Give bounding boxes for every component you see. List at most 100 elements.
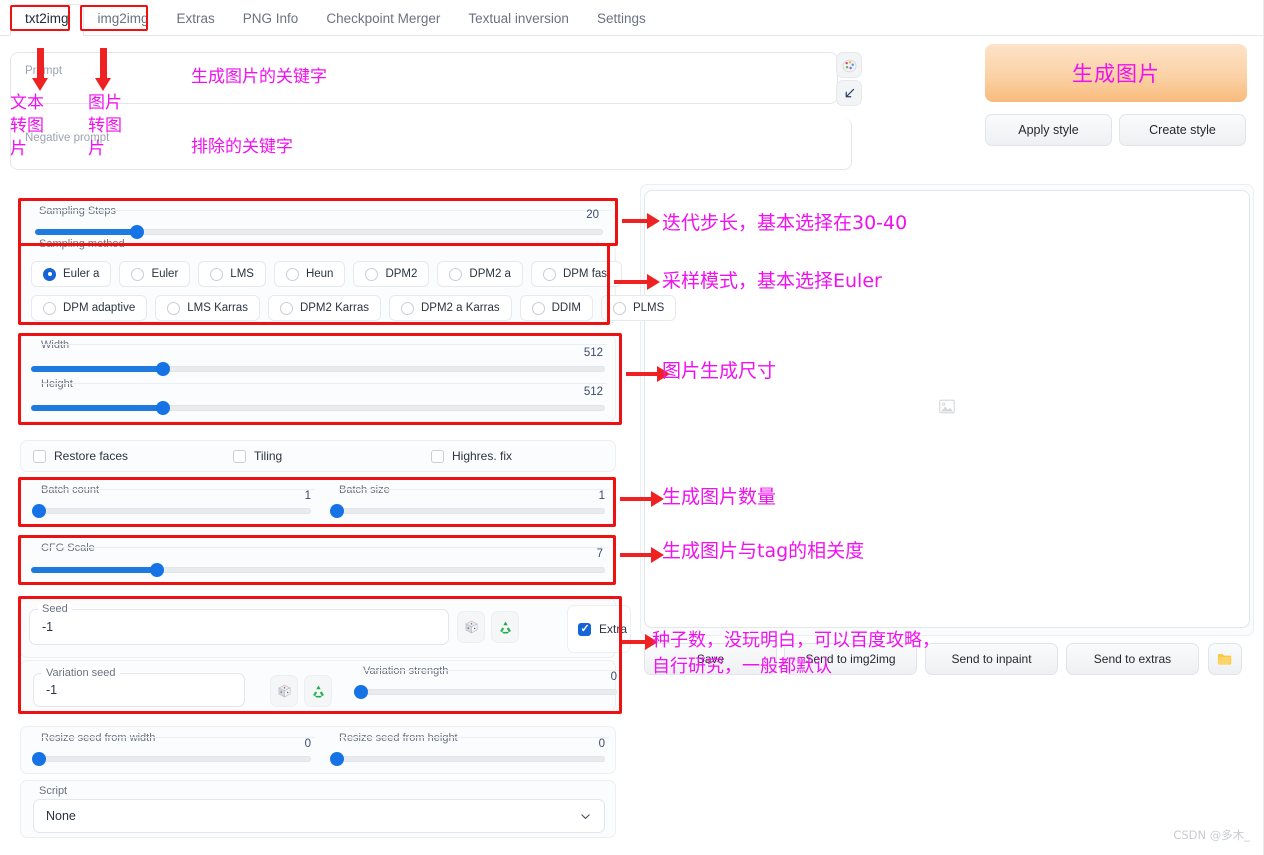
resize-seed-height-value: 0 xyxy=(598,738,605,750)
toggles-panel: Restore faces Tiling Highres. fix xyxy=(20,440,616,472)
radio-dot xyxy=(400,301,414,315)
radio-dpm2-karras[interactable]: DPM2 Karras xyxy=(267,295,381,321)
extra-checkbox-panel: Extra xyxy=(567,605,631,653)
variation-seed-recycle-button[interactable] xyxy=(304,675,332,707)
resize-seed-panel: Resize seed from width 0 Resize seed fro… xyxy=(20,726,616,774)
seed-recycle-button[interactable] xyxy=(491,611,519,643)
image-gallery[interactable] xyxy=(644,190,1250,628)
negative-prompt-placeholder: Negative prompt xyxy=(25,132,110,144)
width-label: Width xyxy=(37,339,74,351)
cfg-scale-slider[interactable] xyxy=(31,563,605,577)
radio-label: LMS Karras xyxy=(187,302,248,314)
radio-dot xyxy=(43,267,56,281)
radio-plms[interactable]: PLMS xyxy=(600,295,677,321)
cfg-scale-panel: CFG Scale 7 xyxy=(20,536,616,584)
radio-dpm2-a-karras[interactable]: DPM2 a Karras xyxy=(388,295,512,321)
batch-count-slider[interactable] xyxy=(32,504,311,518)
script-dropdown[interactable]: None xyxy=(33,799,605,833)
extra-checkbox[interactable]: Extra xyxy=(578,622,627,636)
highres-fix-checkbox[interactable]: Highres. fix xyxy=(431,449,512,463)
send-to-inpaint-button[interactable]: Send to inpaint xyxy=(925,643,1058,675)
arrow-down-left-icon xyxy=(845,88,854,97)
radio-dot xyxy=(167,301,181,315)
sampling-method-row-1: Euler a Euler LMS Heun DPM2 DPM2 a DPM f… xyxy=(31,261,623,287)
tab-label: Textual inversion xyxy=(468,11,569,26)
create-style-label: Create style xyxy=(1149,123,1216,137)
checkbox-box xyxy=(233,449,246,463)
radio-lms-karras[interactable]: LMS Karras xyxy=(155,295,260,321)
radio-ddim[interactable]: DDIM xyxy=(519,295,593,321)
radio-dpm-fast[interactable]: DPM fast xyxy=(530,261,623,287)
shrink-icon-button[interactable] xyxy=(836,80,862,106)
apply-style-label: Apply style xyxy=(1018,123,1079,137)
tab-label: txt2img xyxy=(25,11,69,26)
width-slider[interactable] xyxy=(31,362,605,376)
tab-txt2img[interactable]: txt2img xyxy=(10,4,84,36)
height-slider[interactable] xyxy=(31,401,605,415)
seed-panel: Seed -1 Extra xyxy=(20,598,631,658)
variation-seed-dice-button[interactable] xyxy=(270,675,298,707)
variation-seed-input[interactable]: Variation seed -1 xyxy=(33,667,245,707)
batch-count-value: 1 xyxy=(304,490,311,502)
tab-png-info[interactable]: PNG Info xyxy=(229,5,313,35)
radio-dpm-adaptive[interactable]: DPM adaptive xyxy=(31,295,148,321)
radio-label: LMS xyxy=(230,268,254,280)
radio-dot xyxy=(612,301,626,315)
batch-size-slider[interactable] xyxy=(330,504,605,518)
highres-fix-label: Highres. fix xyxy=(452,449,513,463)
generate-button-label: 生成图片 xyxy=(1072,62,1160,86)
sampling-steps-slider[interactable] xyxy=(35,225,603,239)
palette-icon-button[interactable] xyxy=(836,52,862,78)
sampling-method-panel: Sampling method Euler a Euler LMS Heun D… xyxy=(20,238,677,324)
seed-dice-button[interactable] xyxy=(457,611,485,643)
send-to-extras-button[interactable]: Send to extras xyxy=(1066,643,1199,675)
seed-input[interactable]: Seed -1 xyxy=(29,603,449,645)
radio-label: DPM2 a xyxy=(469,268,511,280)
tab-textual-inversion[interactable]: Textual inversion xyxy=(454,5,583,35)
radio-label: DPM adaptive xyxy=(63,302,136,314)
radio-label: DPM2 Karras xyxy=(299,302,369,314)
send-to-img2img-button[interactable]: Send to img2img xyxy=(784,643,917,675)
apply-style-button[interactable]: Apply style xyxy=(985,114,1112,146)
tab-label: img2img xyxy=(97,11,149,26)
tab-img2img[interactable]: img2img xyxy=(84,5,163,35)
variation-strength-slider[interactable] xyxy=(354,685,617,699)
open-folder-button[interactable] xyxy=(1208,643,1242,675)
tab-label: PNG Info xyxy=(242,11,299,26)
resize-seed-width-label: Resize seed from width xyxy=(37,732,160,744)
radio-label: Euler xyxy=(151,268,179,280)
radio-dot xyxy=(542,267,556,281)
radio-lms[interactable]: LMS xyxy=(198,261,266,287)
create-style-button[interactable]: Create style xyxy=(1119,114,1246,146)
tiling-checkbox[interactable]: Tiling xyxy=(233,449,282,463)
variation-seed-label: Variation seed xyxy=(42,667,120,679)
radio-dot xyxy=(131,267,145,281)
radio-euler[interactable]: Euler xyxy=(119,261,191,287)
tab-extras[interactable]: Extras xyxy=(163,5,229,35)
radio-euler-a[interactable]: Euler a xyxy=(31,261,112,287)
variation-strength-value: 0 xyxy=(610,671,617,683)
generate-button[interactable]: 生成图片 xyxy=(985,44,1247,102)
script-value: None xyxy=(46,809,76,823)
height-value: 512 xyxy=(583,386,603,398)
resize-seed-width-value: 0 xyxy=(304,738,311,750)
negative-prompt-textarea[interactable]: Negative prompt xyxy=(10,118,852,170)
radio-label: Heun xyxy=(305,268,334,280)
radio-label: DDIM xyxy=(551,302,581,314)
tiling-label: Tiling xyxy=(254,449,283,463)
radio-dpm2[interactable]: DPM2 xyxy=(353,261,430,287)
tab-label: Checkpoint Merger xyxy=(326,11,441,26)
resize-seed-width-slider[interactable] xyxy=(32,752,311,766)
tab-checkpoint-merger[interactable]: Checkpoint Merger xyxy=(312,5,454,35)
resize-seed-height-slider[interactable] xyxy=(330,752,605,766)
radio-dpm2-a[interactable]: DPM2 a xyxy=(437,261,523,287)
prompt-textarea[interactable]: Prompt xyxy=(10,52,838,104)
script-panel: Script None xyxy=(20,780,616,838)
width-value: 512 xyxy=(583,347,603,359)
save-button[interactable]: Save xyxy=(644,643,777,675)
restore-faces-checkbox[interactable]: Restore faces xyxy=(33,449,128,463)
dice-icon xyxy=(277,684,291,697)
tab-settings[interactable]: Settings xyxy=(583,5,660,35)
sampling-steps-field: Sampling Steps 20 xyxy=(27,205,611,241)
radio-heun[interactable]: Heun xyxy=(273,261,346,287)
